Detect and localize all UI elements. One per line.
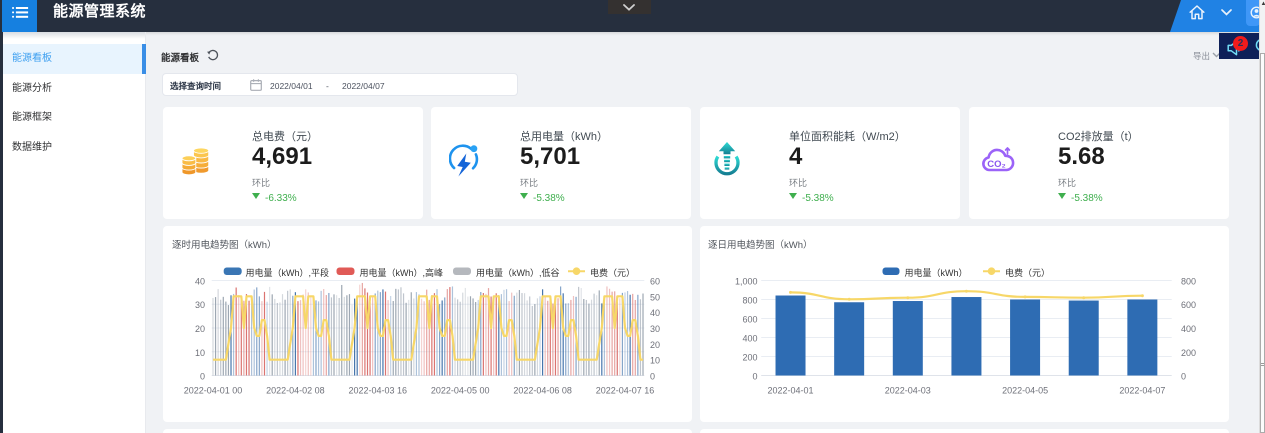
- svg-text:60: 60: [650, 277, 660, 287]
- svg-text:2022-04-02 08: 2022-04-02 08: [266, 386, 325, 396]
- svg-text:逐日用电趋势图（kWh）: 逐日用电趋势图（kWh）: [708, 239, 813, 251]
- svg-text:30: 30: [650, 324, 660, 334]
- svg-text:逐时用电趋势图（kWh）: 逐时用电趋势图（kWh）: [172, 239, 277, 251]
- svg-text:30: 30: [195, 300, 205, 310]
- svg-text:用电量（kWh）,平段: 用电量（kWh）,平段: [246, 267, 330, 278]
- svg-text:2022-04-07: 2022-04-07: [1119, 386, 1165, 396]
- svg-text:800: 800: [1181, 277, 1196, 287]
- svg-text:200: 200: [1181, 348, 1196, 358]
- svg-text:20: 20: [650, 340, 660, 350]
- svg-text:电费（元）: 电费（元）: [1005, 267, 1050, 278]
- svg-text:2022-04-03: 2022-04-03: [885, 386, 931, 396]
- svg-text:10: 10: [195, 348, 205, 358]
- svg-text:0: 0: [1181, 372, 1186, 382]
- svg-text:用电量（kWh）: 用电量（kWh）: [905, 267, 968, 278]
- svg-text:40: 40: [650, 308, 660, 318]
- svg-text:2022-04-01 00: 2022-04-01 00: [184, 386, 243, 396]
- svg-text:2022-04-05: 2022-04-05: [1002, 386, 1048, 396]
- svg-text:0: 0: [752, 372, 757, 382]
- svg-text:20: 20: [195, 324, 205, 334]
- svg-text:2022-04-03 16: 2022-04-03 16: [349, 386, 408, 396]
- svg-text:2022-04-06 08: 2022-04-06 08: [513, 386, 572, 396]
- svg-text:0: 0: [650, 372, 655, 382]
- svg-text:电费（元）: 电费（元）: [590, 267, 635, 278]
- svg-text:用电量（kWh）,高峰: 用电量（kWh）,高峰: [360, 267, 444, 278]
- svg-text:2022-04-01: 2022-04-01: [767, 386, 813, 396]
- svg-text:200: 200: [742, 353, 757, 363]
- svg-text:10: 10: [650, 356, 660, 366]
- svg-text:2022-04-07 16: 2022-04-07 16: [596, 386, 655, 396]
- svg-text:1,000: 1,000: [735, 277, 758, 287]
- svg-text:0: 0: [200, 372, 205, 382]
- svg-text:600: 600: [1181, 300, 1196, 310]
- svg-text:800: 800: [742, 296, 757, 306]
- svg-text:50: 50: [650, 292, 660, 302]
- svg-text:400: 400: [1181, 324, 1196, 334]
- svg-text:600: 600: [742, 315, 757, 325]
- svg-text:2022-04-05 00: 2022-04-05 00: [431, 386, 490, 396]
- svg-text:CO₂: CO₂: [987, 159, 1005, 170]
- svg-text:400: 400: [742, 334, 757, 344]
- svg-text:用电量（kWh）,低谷: 用电量（kWh）,低谷: [476, 267, 560, 278]
- svg-text:40: 40: [195, 277, 205, 287]
